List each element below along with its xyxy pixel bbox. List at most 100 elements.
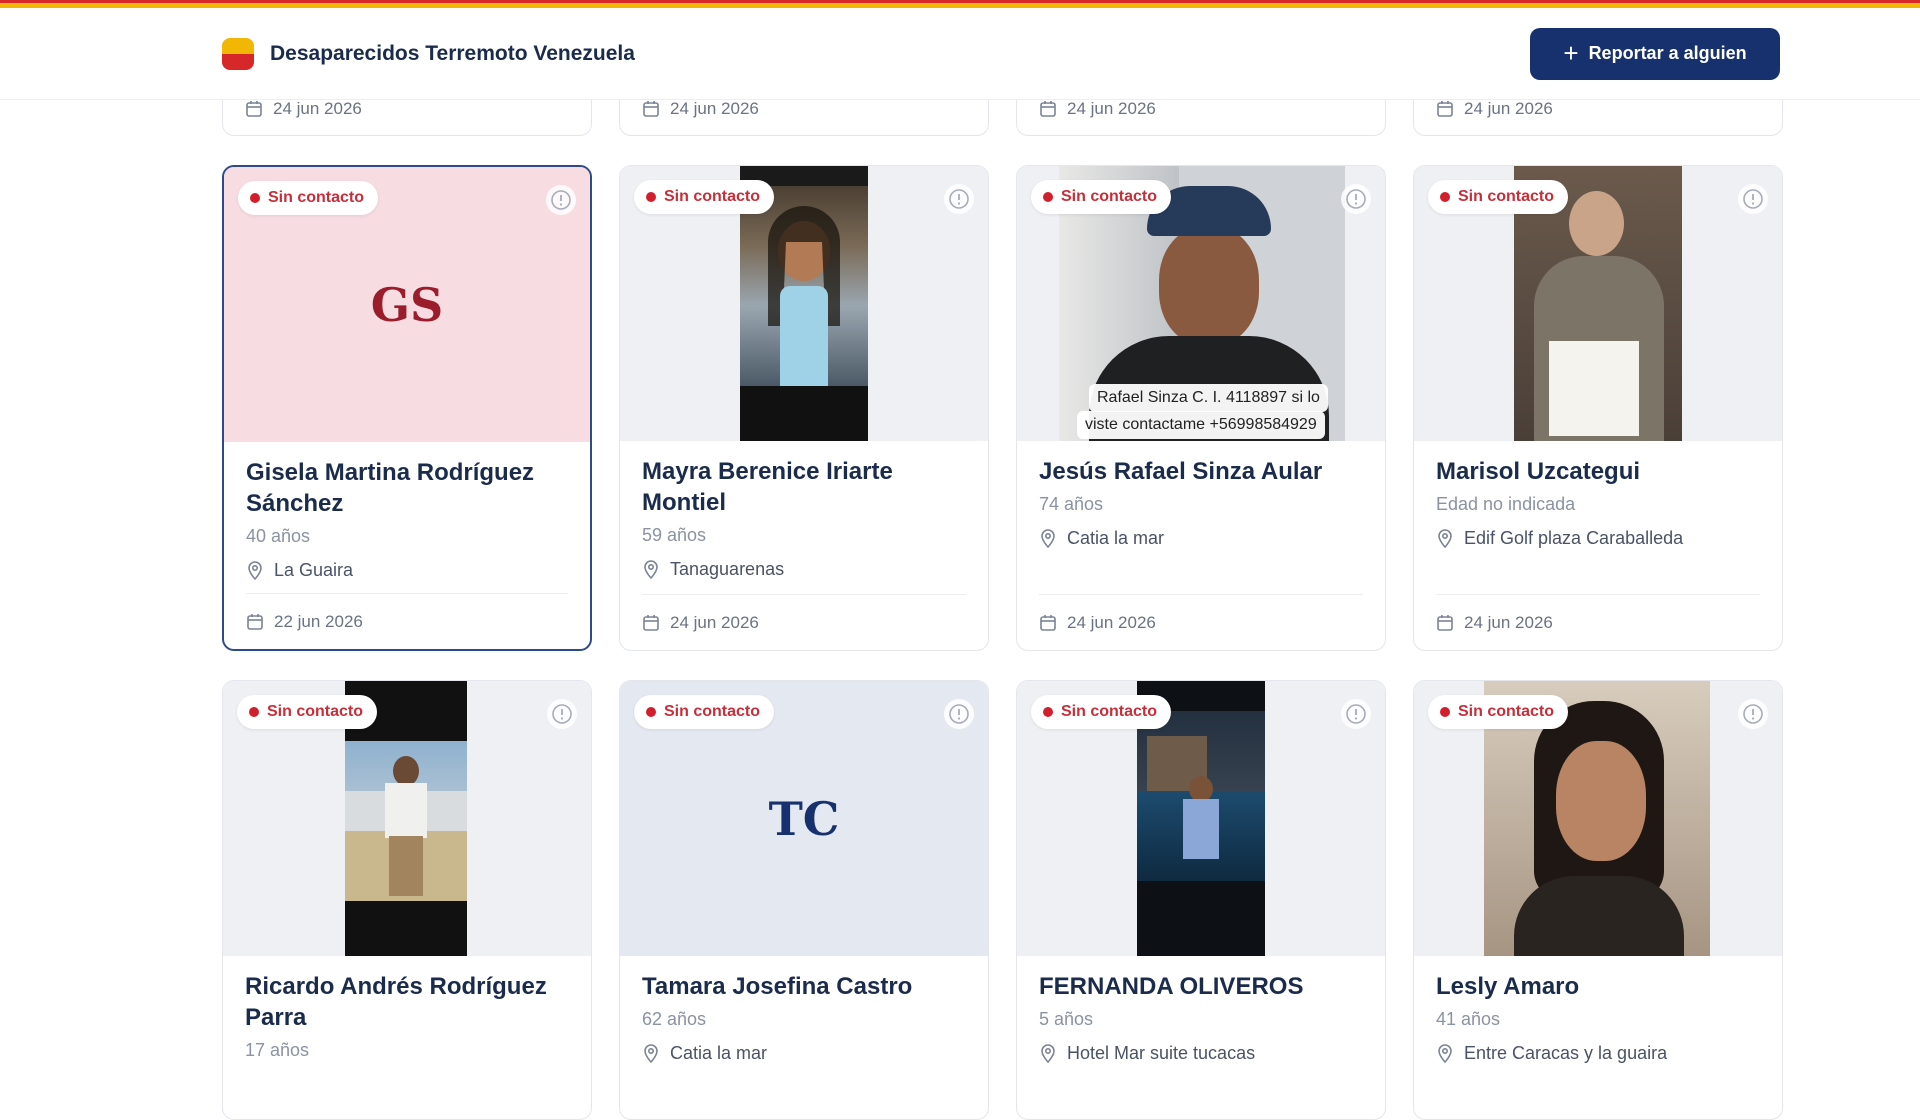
report-info-button[interactable] [944, 184, 974, 214]
info-icon [1743, 704, 1763, 724]
photo-caption-line-2: viste contactame +56998584929 [1077, 411, 1325, 439]
status-badge: Sin contacto [1031, 695, 1172, 729]
flag-stripe [0, 0, 1920, 8]
info-icon [552, 704, 572, 724]
person-card[interactable]: Rafael Sinza C. I. 4118897 si lo viste c… [1016, 165, 1386, 651]
person-name: Mayra Berenice Iriarte Montiel [642, 458, 893, 516]
person-age: 17 años [245, 1040, 310, 1060]
report-button-label: Reportar a alguien [1588, 43, 1747, 63]
person-location: Catia la mar [670, 1043, 768, 1063]
person-card[interactable]: Sin contacto Marisol Uzcategui Edad no i… [1413, 165, 1783, 651]
person-name: Gisela Martina Rodríguez Sánchez [246, 459, 535, 517]
status-dot [1043, 707, 1053, 717]
person-name: Jesús Rafael Sinza Aular [1039, 458, 1323, 485]
report-info-button[interactable] [1738, 699, 1768, 729]
photo-caption-line-1: Rafael Sinza C. I. 4118897 si lo [1089, 384, 1328, 412]
person-location: Tanaguarenas [670, 559, 785, 579]
person-age: 62 años [642, 1009, 707, 1029]
calendar-icon [1040, 101, 1056, 117]
person-card[interactable]: Sin contacto FERNANDA OLIVEROS 5 años Ho… [1016, 680, 1386, 1120]
status-badge: Sin contacto [1428, 695, 1569, 729]
status-badge: Sin contacto [1031, 180, 1172, 214]
calendar-icon [643, 101, 659, 117]
status-label: Sin contacto [1458, 703, 1555, 720]
status-label: Sin contacto [1458, 188, 1555, 205]
location-pin-icon [1438, 1044, 1452, 1063]
location-pin-icon [644, 1044, 658, 1063]
card-date: 24 jun 2026 [273, 99, 362, 118]
person-card[interactable]: Sin contacto Lesly Amaro 41 años Entre C… [1413, 680, 1783, 1120]
info-icon [1346, 189, 1366, 209]
person-age: 40 años [246, 526, 311, 546]
card-date: 24 jun 2026 [1464, 99, 1553, 118]
person-location: Edif Golf plaza Caraballeda [1464, 528, 1684, 548]
report-info-button[interactable] [546, 185, 576, 215]
status-dot [1440, 707, 1450, 717]
person-name: Lesly Amaro [1436, 973, 1580, 1000]
status-label: Sin contacto [1061, 188, 1158, 205]
info-icon [1743, 189, 1763, 209]
person-age: 5 años [1039, 1009, 1094, 1029]
person-card[interactable]: Sin contacto Mayra Berenice Iriarte Mont… [619, 165, 989, 651]
person-location: Catia la mar [1067, 528, 1165, 548]
location-pin-icon [644, 560, 658, 579]
status-badge: Sin contacto [238, 181, 379, 215]
info-icon [551, 190, 571, 210]
person-location: Entre Caracas y la guaira [1464, 1043, 1668, 1063]
card-date: 24 jun 2026 [670, 99, 759, 118]
card-date: 22 jun 2026 [274, 611, 363, 631]
person-card[interactable]: GS Sin contacto Gisela Martina Rodríguez… [222, 165, 592, 651]
status-badge: Sin contacto [634, 695, 775, 729]
status-label: Sin contacto [664, 188, 761, 205]
person-age: Edad no indicada [1436, 494, 1576, 514]
report-info-button[interactable] [1341, 699, 1371, 729]
person-name: Marisol Uzcategui [1436, 458, 1641, 485]
info-icon [949, 189, 969, 209]
person-location: La Guaira [274, 560, 354, 580]
status-badge: Sin contacto [237, 695, 378, 729]
person-location: Hotel Mar suite tucacas [1067, 1043, 1256, 1063]
person-name: Ricardo Andrés Rodríguez Parra [245, 973, 547, 1031]
status-dot [249, 707, 259, 717]
person-name: Tamara Josefina Castro [642, 973, 913, 1000]
status-dot [646, 192, 656, 202]
site-header: Desaparecidos Terremoto Venezuela + Repo… [0, 8, 1920, 100]
location-pin-icon [1438, 529, 1452, 548]
calendar-icon [1437, 614, 1453, 631]
card-date: 24 jun 2026 [1464, 612, 1553, 632]
location-pin-icon [1041, 529, 1055, 548]
person-name: FERNANDA OLIVEROS [1039, 973, 1304, 1000]
status-label: Sin contacto [267, 703, 364, 720]
site-title[interactable]: Desaparecidos Terremoto Venezuela [270, 42, 635, 66]
report-person-button[interactable]: + Reportar a alguien [1530, 27, 1780, 80]
plus-icon: + [1563, 37, 1579, 68]
status-dot [646, 707, 656, 717]
status-label: Sin contacto [1061, 703, 1158, 720]
calendar-icon [1437, 101, 1453, 117]
info-icon [1346, 704, 1366, 724]
card-date: 24 jun 2026 [1067, 612, 1156, 632]
report-info-button[interactable] [1341, 184, 1371, 214]
calendar-icon [247, 613, 263, 630]
status-label: Sin contacto [268, 189, 365, 206]
status-dot [1043, 192, 1053, 202]
status-dot [250, 193, 260, 203]
card-date: 24 jun 2026 [1067, 99, 1156, 118]
report-info-button[interactable] [1738, 184, 1768, 214]
person-card[interactable]: TC Sin contacto Tamara Josefina Castro 6… [619, 680, 989, 1120]
report-info-button[interactable] [944, 699, 974, 729]
person-age: 41 años [1436, 1009, 1501, 1029]
status-label: Sin contacto [664, 703, 761, 720]
location-pin-icon [248, 561, 262, 580]
flag-logo[interactable] [222, 37, 254, 70]
calendar-icon [1040, 614, 1056, 631]
calendar-icon [643, 614, 659, 631]
report-info-button[interactable] [547, 699, 577, 729]
status-badge: Sin contacto [634, 180, 775, 214]
person-card[interactable]: Sin contacto Ricardo Andrés Rodríguez Pa… [222, 680, 592, 1120]
person-age: 59 años [642, 525, 707, 545]
info-icon [949, 704, 969, 724]
status-badge: Sin contacto [1428, 180, 1569, 214]
card-date: 24 jun 2026 [670, 612, 759, 632]
location-pin-icon [1041, 1044, 1055, 1063]
